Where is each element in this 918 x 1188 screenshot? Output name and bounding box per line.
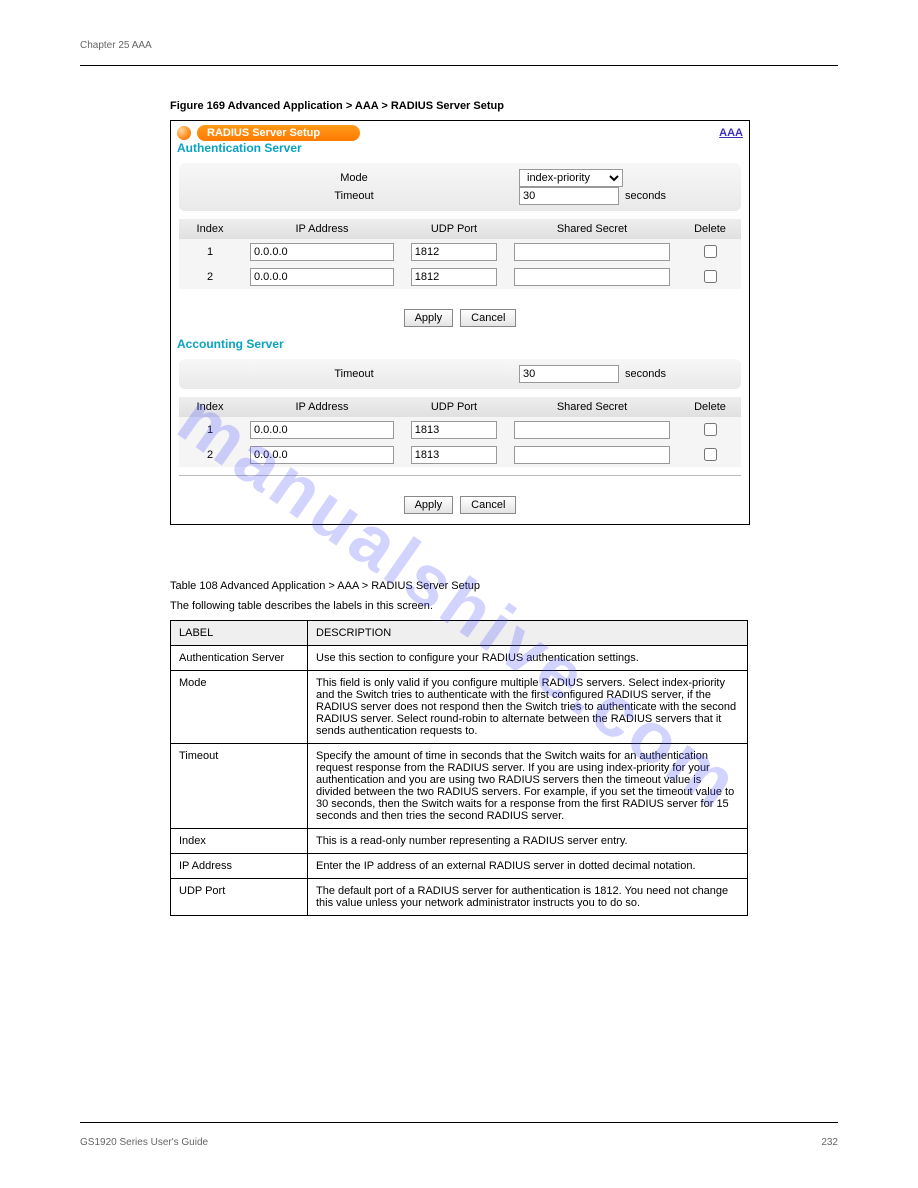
acct-port-2[interactable] xyxy=(411,446,497,464)
acct-ip-1[interactable] xyxy=(250,421,394,439)
auth-server-heading: Authentication Server xyxy=(171,141,749,159)
acct-port-1[interactable] xyxy=(411,421,497,439)
desc-cell: Use this section to configure your RADIU… xyxy=(308,646,748,671)
desc-cell: This is a read-only number representing … xyxy=(308,829,748,854)
globe-icon xyxy=(177,126,191,140)
table-caption: Table 108 Advanced Application > AAA > R… xyxy=(170,580,480,592)
table-intro-text: The following table describes the labels… xyxy=(170,600,433,612)
acct-server-table: Index IP Address UDP Port Shared Secret … xyxy=(179,397,741,467)
label-cell: Index xyxy=(171,829,308,854)
footer-left: GS1920 Series User's Guide xyxy=(80,1137,208,1148)
col-secret: Shared Secret xyxy=(505,219,679,239)
header-left: Chapter 25 AAA xyxy=(80,40,152,51)
idx-cell: 1 xyxy=(179,239,241,264)
mode-select[interactable]: index-priority xyxy=(519,169,623,187)
col-ip: IP Address xyxy=(241,219,403,239)
auth-ip-1[interactable] xyxy=(250,243,394,261)
label-cell: UDP Port xyxy=(171,879,308,916)
col-index: Index xyxy=(179,397,241,417)
acct-timeout-label: Timeout xyxy=(189,365,519,383)
table-row: 1 xyxy=(179,239,741,264)
auth-apply-button[interactable]: Apply xyxy=(404,309,454,327)
idx-cell: 1 xyxy=(179,417,241,442)
table-row: 2 xyxy=(179,442,741,467)
col-delete: Delete xyxy=(679,397,741,417)
footer-rule xyxy=(80,1122,838,1123)
header-rule xyxy=(80,65,838,66)
col-index: Index xyxy=(179,219,241,239)
acct-timeout-input[interactable] xyxy=(519,365,619,383)
description-table: LABEL DESCRIPTION Authentication ServerU… xyxy=(170,620,748,916)
acct-server-heading: Accounting Server xyxy=(171,337,749,355)
col-ip: IP Address xyxy=(241,397,403,417)
table-row: IndexThis is a read-only number represen… xyxy=(171,829,748,854)
acct-secret-2[interactable] xyxy=(514,446,670,464)
desc-cell: The default port of a RADIUS server for … xyxy=(308,879,748,916)
auth-timeout-input[interactable] xyxy=(519,187,619,205)
figure-caption: Figure 169 Advanced Application > AAA > … xyxy=(170,100,504,112)
idx-cell: 2 xyxy=(179,264,241,289)
acct-del-2[interactable] xyxy=(704,448,717,461)
acct-cancel-button[interactable]: Cancel xyxy=(460,496,516,514)
desc-cell: Enter the IP address of an external RADI… xyxy=(308,854,748,879)
col-delete: Delete xyxy=(679,219,741,239)
mode-label: Mode xyxy=(189,169,519,187)
table-row: 2 xyxy=(179,264,741,289)
auth-del-1[interactable] xyxy=(704,245,717,258)
footer-right: 232 xyxy=(821,1137,838,1148)
auth-server-table: Index IP Address UDP Port Shared Secret … xyxy=(179,219,741,289)
table-row: UDP PortThe default port of a RADIUS ser… xyxy=(171,879,748,916)
table-row: ModeThis field is only valid if you conf… xyxy=(171,671,748,744)
desc-cell: This field is only valid if you configur… xyxy=(308,671,748,744)
panel-title: RADIUS Server Setup xyxy=(197,125,360,141)
auth-port-1[interactable] xyxy=(411,243,497,261)
auth-port-2[interactable] xyxy=(411,268,497,286)
divider xyxy=(179,475,741,476)
desc-cell: Specify the amount of time in seconds th… xyxy=(308,744,748,829)
table-row: 1 xyxy=(179,417,741,442)
auth-ip-2[interactable] xyxy=(250,268,394,286)
label-cell: IP Address xyxy=(171,854,308,879)
auth-timeout-label: Timeout xyxy=(189,187,519,205)
label-cell: Mode xyxy=(171,671,308,744)
auth-settings-panel: Mode index-priority Timeout seconds xyxy=(179,163,741,211)
aaa-link[interactable]: AAA xyxy=(719,127,743,139)
auth-timeout-unit: seconds xyxy=(625,190,666,202)
label-cell: Authentication Server xyxy=(171,646,308,671)
table-row: TimeoutSpecify the amount of time in sec… xyxy=(171,744,748,829)
label-cell: Timeout xyxy=(171,744,308,829)
acct-apply-button[interactable]: Apply xyxy=(404,496,454,514)
idx-cell: 2 xyxy=(179,442,241,467)
auth-cancel-button[interactable]: Cancel xyxy=(460,309,516,327)
col-secret: Shared Secret xyxy=(505,397,679,417)
desc-col-desc: DESCRIPTION xyxy=(308,621,748,646)
acct-timeout-unit: seconds xyxy=(625,368,666,380)
auth-secret-2[interactable] xyxy=(514,268,670,286)
radius-setup-screenshot: RADIUS Server Setup AAA Authentication S… xyxy=(170,120,750,525)
table-row: Authentication ServerUse this section to… xyxy=(171,646,748,671)
auth-del-2[interactable] xyxy=(704,270,717,283)
col-port: UDP Port xyxy=(403,219,505,239)
acct-settings-panel: Timeout seconds xyxy=(179,359,741,389)
col-port: UDP Port xyxy=(403,397,505,417)
desc-col-label: LABEL xyxy=(171,621,308,646)
acct-secret-1[interactable] xyxy=(514,421,670,439)
table-row: IP AddressEnter the IP address of an ext… xyxy=(171,854,748,879)
acct-del-1[interactable] xyxy=(704,423,717,436)
acct-ip-2[interactable] xyxy=(250,446,394,464)
auth-secret-1[interactable] xyxy=(514,243,670,261)
